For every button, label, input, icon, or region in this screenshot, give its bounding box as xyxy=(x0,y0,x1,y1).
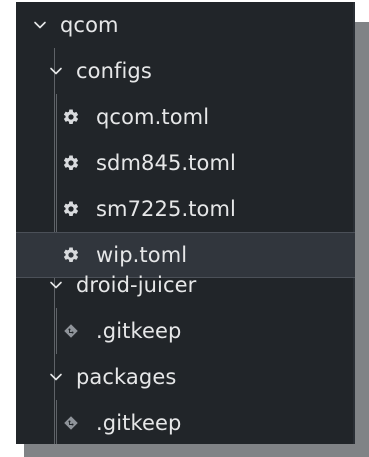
tree-item-label: packages xyxy=(76,364,177,389)
tree-item-qcom-toml[interactable]: qcom.toml xyxy=(16,94,355,140)
tree-item-qcom-folder[interactable]: qcom xyxy=(16,2,355,48)
tree-item-gitkeep-packages[interactable]: .gitkeep xyxy=(16,400,355,444)
tree-item-sdm845-toml[interactable]: sdm845.toml xyxy=(16,140,355,186)
chevron-down-icon xyxy=(32,17,48,33)
chevron-down-icon xyxy=(48,63,64,79)
tree-item-packages-folder[interactable]: packages xyxy=(16,354,355,400)
gear-icon xyxy=(62,154,80,172)
tree-item-droid-juicer-folder[interactable]: droid-juicer xyxy=(16,262,355,308)
tree-item-label: configs xyxy=(76,58,152,83)
tree-item-configs-folder[interactable]: configs xyxy=(16,48,355,94)
tree-item-label: qcom.toml xyxy=(96,104,210,129)
file-explorer-panel: qcom configs qcom.toml sdm845.toml sm722… xyxy=(16,2,355,444)
chevron-down-icon xyxy=(48,277,64,293)
tree-item-label: sdm845.toml xyxy=(96,150,236,175)
tree-item-label: .gitkeep xyxy=(96,410,182,435)
tree-item-label: droid-juicer xyxy=(76,272,197,297)
git-file-icon xyxy=(62,414,80,432)
gear-icon xyxy=(62,200,80,218)
tree-item-label: qcom xyxy=(60,12,119,37)
tree-item-sm7225-toml[interactable]: sm7225.toml xyxy=(16,186,355,232)
tree-item-label: .gitkeep xyxy=(96,318,182,343)
tree-item-label: sm7225.toml xyxy=(96,196,236,221)
git-file-icon xyxy=(62,322,80,340)
tree-item-gitkeep-droid-juicer[interactable]: .gitkeep xyxy=(16,308,355,354)
chevron-down-icon xyxy=(48,369,64,385)
gear-icon xyxy=(62,108,80,126)
